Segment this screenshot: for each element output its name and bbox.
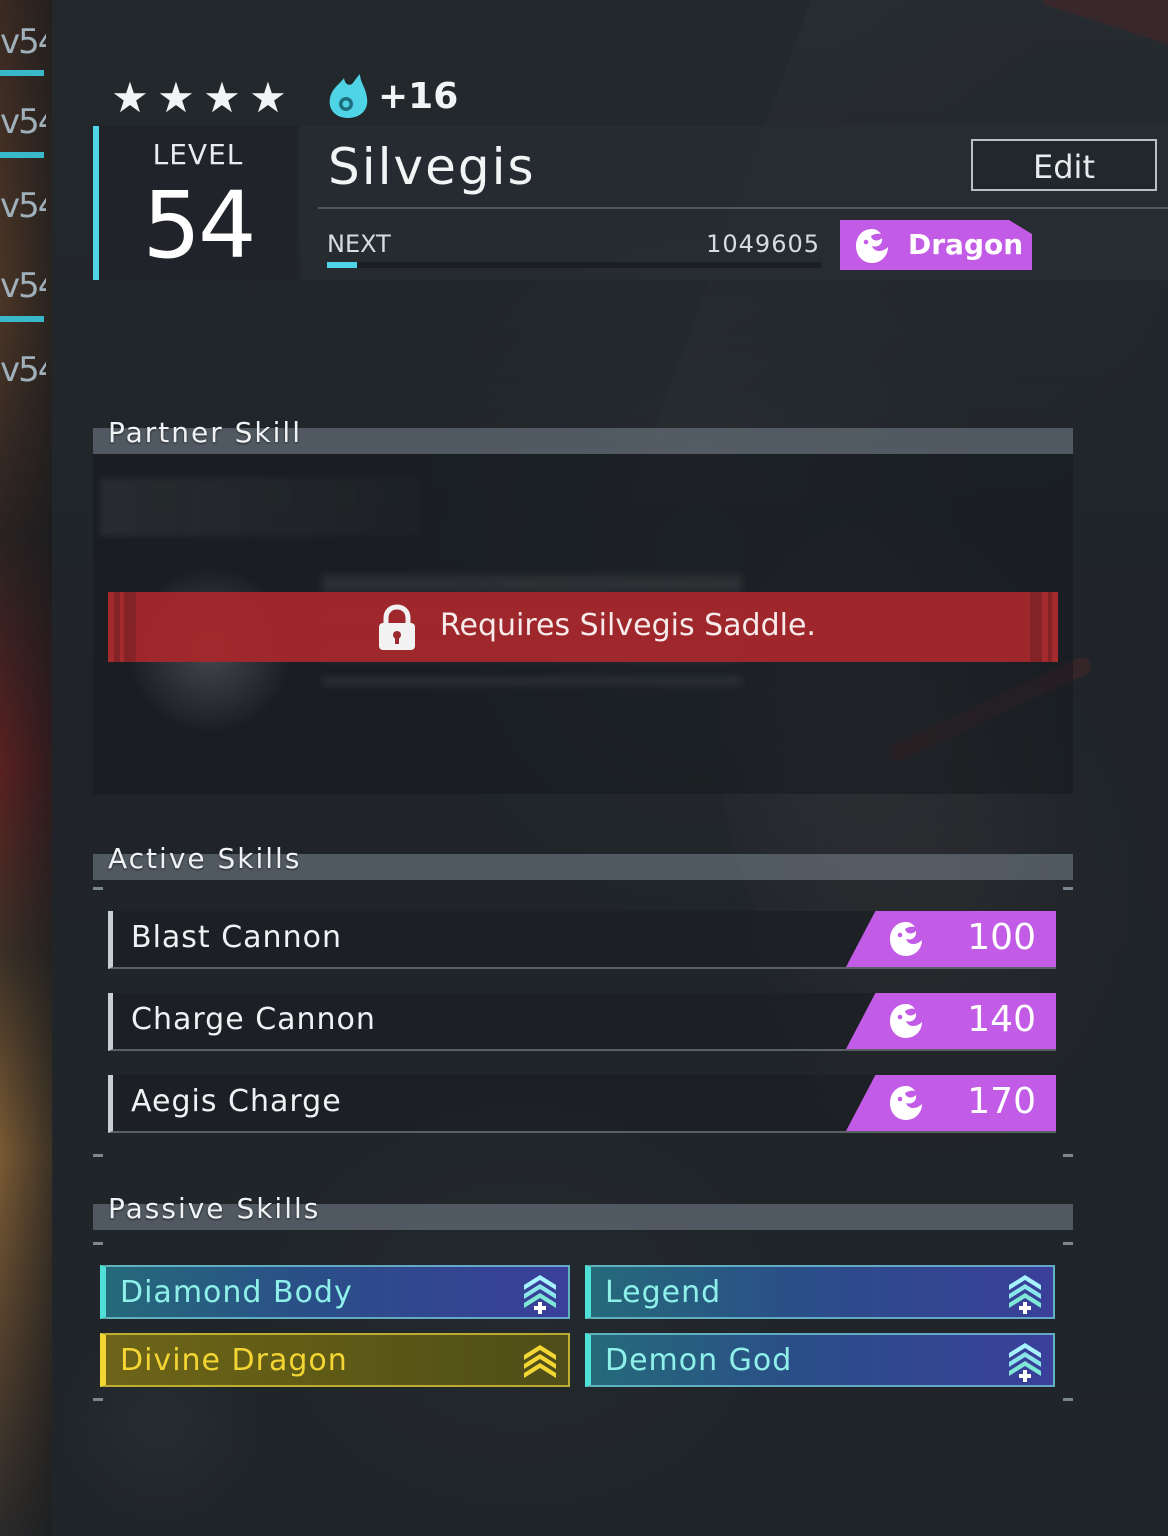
partner-skill-title: Partner Skill [108,416,302,449]
level-value: 54 [142,172,256,279]
active-skill-row[interactable]: Charge Cannon 140 [108,993,1056,1051]
passive-skill-name: Divine Dragon [120,1343,348,1378]
next-exp-value: 1049605 [706,230,820,258]
skill-power: 100 [967,917,1036,958]
element-badge: Dragon [840,220,1032,270]
passive-skill-name: Legend [605,1275,722,1310]
edit-name-button[interactable]: Edit [971,139,1157,191]
rank-up-plus-icon [1009,1343,1041,1382]
skill-power: 170 [967,1081,1036,1122]
corner-tick [93,1242,103,1245]
rank-up-plus-icon [524,1275,556,1314]
passive-skills-title: Passive Skills [108,1192,321,1225]
sidebar-hp-bar [0,70,44,76]
sidebar-level[interactable]: v54 [0,350,46,390]
level-label: LEVEL [152,138,244,171]
lock-icon [379,604,415,650]
passive-skill-name: Demon God [605,1343,793,1378]
name-divider [318,207,1168,209]
exp-bar [327,262,821,268]
active-skills-title: Active Skills [108,842,302,875]
corner-tick [1063,1242,1073,1245]
sidebar-level[interactable]: v54 [0,186,46,226]
passive-skill-diamond-body[interactable]: Diamond Body [100,1265,570,1319]
condenser-bonus: +16 [378,76,459,117]
passive-skill-demon-god[interactable]: Demon God [585,1333,1055,1387]
left-scene-shade [0,0,52,1536]
partner-skill-name-blurred [100,478,420,536]
corner-tick [93,1154,103,1157]
sidebar-level[interactable]: v54 [0,266,46,306]
dragon-element-icon [890,1004,922,1038]
sidebar-level[interactable]: v54 [0,22,46,62]
skill-name: Blast Cannon [131,920,342,955]
level-box: LEVEL 54 [93,126,297,280]
soul-flame-icon [329,74,368,118]
sidebar-hp-bar [0,316,44,322]
active-skill-row[interactable]: Aegis Charge 170 [108,1075,1056,1133]
passive-skill-divine-dragon[interactable]: Divine Dragon [100,1333,570,1387]
skill-element-tag: 140 [846,993,1056,1049]
element-label: Dragon [908,228,1024,261]
passive-skill-name: Diamond Body [120,1275,353,1310]
star-icon: ★ [111,73,149,122]
star-icon: ★ [157,73,195,122]
rank-stars: ★ ★ ★ ★ [108,76,290,120]
pal-name: Silvegis [328,138,536,196]
star-icon: ★ [203,73,241,122]
passive-skill-legend[interactable]: Legend [585,1265,1055,1319]
skill-power: 140 [967,999,1036,1040]
rank-up-triple-icon [524,1345,556,1378]
skill-element-tag: 170 [846,1075,1056,1131]
corner-tick [93,887,103,890]
locked-message: Requires Silvegis Saddle. [440,608,816,643]
active-skill-row[interactable]: Blast Cannon 100 [108,911,1056,969]
exp-bar-fill [327,262,357,268]
next-exp-label: NEXT [327,230,391,258]
skill-name: Charge Cannon [131,1002,376,1037]
skill-name: Aegis Charge [131,1084,342,1119]
star-icon: ★ [249,73,287,122]
sidebar-level[interactable]: v54 [0,102,46,142]
corner-tick [1063,1398,1073,1401]
dragon-element-icon [890,1086,922,1120]
skill-element-tag: 100 [846,911,1056,967]
sidebar-hp-bar [0,152,44,158]
corner-tick [1063,1154,1073,1157]
dragon-element-icon [890,922,922,956]
corner-tick [93,1398,103,1401]
corner-tick [1063,887,1073,890]
rank-up-plus-icon [1009,1275,1041,1314]
dragon-element-icon [856,229,888,263]
